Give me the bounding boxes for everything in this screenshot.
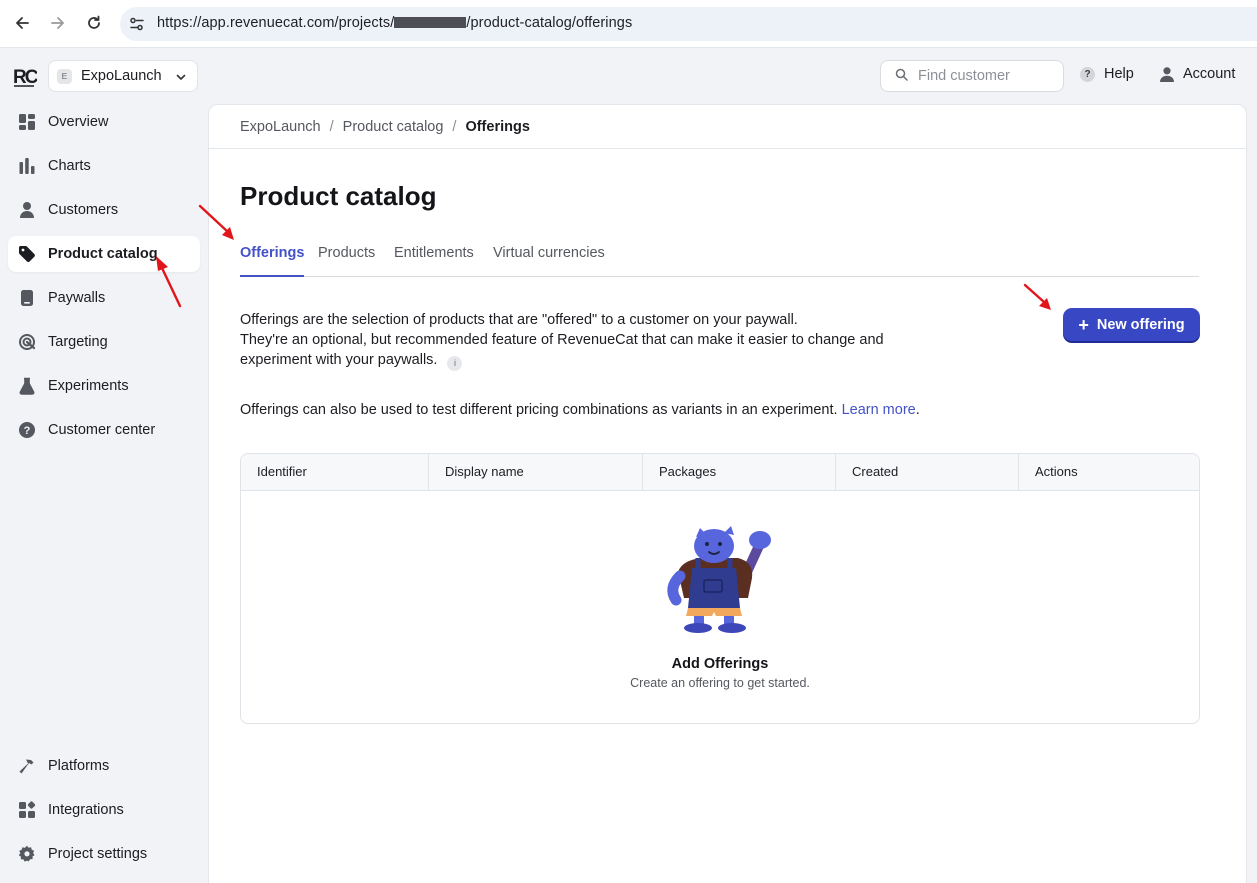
column-actions: Actions xyxy=(1035,464,1078,479)
find-customer-field[interactable] xyxy=(880,60,1064,92)
find-customer-input[interactable] xyxy=(918,68,1058,84)
learn-more-link[interactable]: Learn more xyxy=(842,402,916,418)
page-title: Product catalog xyxy=(240,181,437,211)
learn-more-period: . xyxy=(915,402,920,418)
chevron-down-icon xyxy=(175,70,187,86)
tab-products[interactable]: Products xyxy=(318,245,375,277)
sidebar-item-label: Customers xyxy=(48,202,119,218)
sidebar-item-label: Integrations xyxy=(48,802,124,818)
breadcrumb-separator: / xyxy=(452,119,457,135)
help-link[interactable]: ? Help xyxy=(1080,66,1134,82)
sidebar-item-label: Project settings xyxy=(48,846,148,862)
experiment-description-text: Offerings can also be used to test diffe… xyxy=(240,402,838,418)
account-label: Account xyxy=(1183,66,1236,82)
tag-icon xyxy=(18,245,36,263)
hammer-icon xyxy=(18,757,36,775)
search-icon xyxy=(895,68,908,84)
sidebar-item-label: Overview xyxy=(48,114,109,130)
breadcrumb-item-offerings: Offerings xyxy=(465,119,530,135)
info-icon[interactable]: i xyxy=(447,355,463,371)
sidebar-item-project-settings[interactable]: Project settings xyxy=(8,836,200,872)
site-settings-icon[interactable] xyxy=(128,15,146,36)
main-panel: ExpoLaunch / Product catalog / Offerings… xyxy=(208,104,1247,883)
sidebar-item-overview[interactable]: Overview xyxy=(8,104,200,140)
sidebar-item-label: Targeting xyxy=(48,334,108,350)
sidebar-item-targeting[interactable]: Targeting xyxy=(8,324,200,360)
svg-text:?: ? xyxy=(24,425,31,437)
new-offering-button[interactable]: + New offering xyxy=(1063,308,1200,341)
url-prefix: https://app.revenuecat.com/projects/ xyxy=(157,15,395,31)
experiment-description: Offerings can also be used to test diffe… xyxy=(240,402,920,418)
breadcrumb: ExpoLaunch / Product catalog / Offerings xyxy=(240,119,530,135)
revenuecat-logo[interactable]: RC xyxy=(13,64,37,88)
column-packages[interactable]: Packages xyxy=(643,454,836,491)
customers-icon xyxy=(18,201,36,219)
sidebar-item-label: Customer center xyxy=(48,422,156,438)
project-name: ExpoLaunch xyxy=(81,68,162,84)
sidebar-item-label: Product catalog xyxy=(48,246,158,262)
offerings-table: Identifier Display name Packages Created… xyxy=(240,453,1200,724)
description-line-1: Offerings are the selection of products … xyxy=(240,312,798,328)
breadcrumb-separator: / xyxy=(329,119,334,135)
sidebar-item-customers[interactable]: Customers xyxy=(8,192,200,228)
targeting-icon xyxy=(18,333,36,351)
project-badge: E xyxy=(57,68,72,84)
offerings-description: Offerings are the selection of products … xyxy=(240,310,920,371)
sidebar-item-integrations[interactable]: Integrations xyxy=(8,792,200,828)
breadcrumb-item-project[interactable]: ExpoLaunch xyxy=(240,119,321,135)
sidebar-item-label: Platforms xyxy=(48,758,110,774)
back-icon[interactable] xyxy=(11,12,33,34)
empty-state-title: Add Offerings xyxy=(671,656,769,672)
empty-state-subtitle: Create an offering to get started. xyxy=(630,676,810,690)
overview-icon xyxy=(18,113,36,131)
url-suffix: /product-catalog/offerings xyxy=(466,15,633,31)
column-display-name[interactable]: Display name xyxy=(429,454,643,491)
empty-state-mascot-illustration xyxy=(667,526,771,633)
browser-toolbar: https://app.revenuecat.com/projects/ /pro… xyxy=(0,0,1257,48)
breadcrumb-item-product-catalog[interactable]: Product catalog xyxy=(343,119,444,135)
project-switcher[interactable]: E ExpoLaunch xyxy=(48,60,198,92)
description-line-2: They're an optional, but recommended fea… xyxy=(240,332,884,368)
charts-icon xyxy=(18,157,36,175)
sidebar-item-label: Experiments xyxy=(48,378,129,394)
plus-icon: + xyxy=(1078,314,1089,335)
help-circle-icon: ? xyxy=(18,421,36,439)
user-icon xyxy=(1160,67,1174,82)
help-label: Help xyxy=(1104,66,1134,82)
tab-virtual-currencies[interactable]: Virtual currencies xyxy=(493,245,605,277)
new-offering-label: New offering xyxy=(1096,316,1185,333)
sidebar-item-paywalls[interactable]: Paywalls xyxy=(8,280,200,316)
account-menu[interactable]: Account xyxy=(1159,66,1235,82)
table-header: Identifier Display name Packages Created… xyxy=(241,454,1199,491)
url-text[interactable]: https://app.revenuecat.com/projects/ /pro… xyxy=(157,15,632,31)
integrations-icon xyxy=(18,801,36,819)
sidebar-item-experiments[interactable]: Experiments xyxy=(8,368,200,404)
sidebar-item-label: Charts xyxy=(48,158,91,174)
column-identifier[interactable]: Identifier xyxy=(241,454,429,491)
sidebar-item-customer-center[interactable]: ? Customer center xyxy=(8,412,200,448)
gear-icon xyxy=(18,845,36,863)
sidebar-item-label: Paywalls xyxy=(48,290,106,306)
sidebar-item-charts[interactable]: Charts xyxy=(8,148,200,184)
redacted-project-id xyxy=(394,17,467,28)
reload-icon[interactable] xyxy=(83,12,105,34)
sidebar-item-product-catalog[interactable]: Product catalog xyxy=(8,236,200,272)
paywalls-icon xyxy=(18,289,36,307)
tab-offerings[interactable]: Offerings xyxy=(240,245,305,277)
forward-icon[interactable] xyxy=(47,12,69,34)
column-created[interactable]: Created xyxy=(836,454,1019,491)
flask-icon xyxy=(18,377,36,395)
sidebar-item-platforms[interactable]: Platforms xyxy=(8,748,200,784)
tab-entitlements[interactable]: Entitlements xyxy=(394,245,474,277)
question-icon: ? xyxy=(1080,66,1095,82)
tab-bar: Offerings Products Entitlements Virtual … xyxy=(240,245,1199,277)
breadcrumb-divider xyxy=(209,148,1246,149)
svg-text:RC: RC xyxy=(13,67,37,88)
